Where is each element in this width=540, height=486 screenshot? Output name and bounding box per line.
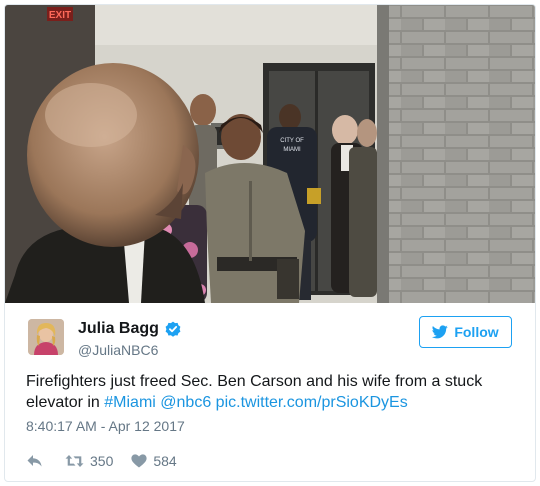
author-handle[interactable]: @JuliaNBC6 xyxy=(78,342,158,358)
elevator-scene-image: EXIT CITY OF MIAMI xyxy=(5,5,535,303)
reply-icon xyxy=(27,455,42,467)
mention-link[interactable]: @nbc6 xyxy=(160,394,211,411)
svg-text:MIAMI: MIAMI xyxy=(283,147,301,153)
like-button[interactable]: 584 xyxy=(131,453,177,469)
media-link[interactable]: pic.twitter.com/prSioKDyEs xyxy=(216,394,408,411)
tweet-actions: 350 584 xyxy=(26,451,177,471)
tweet-timestamp[interactable]: 8:40:17 AM - Apr 12 2017 xyxy=(26,418,185,434)
reply-button[interactable] xyxy=(26,454,43,468)
retweet-count: 350 xyxy=(90,453,114,469)
retweet-icon xyxy=(65,455,84,467)
follow-button-label: Follow xyxy=(454,324,499,340)
embedded-tweet-card: EXIT CITY OF MIAMI Julia Bagg @JuliaNBC6… xyxy=(4,4,536,482)
follow-button[interactable]: Follow xyxy=(419,316,512,348)
heart-icon xyxy=(131,454,147,468)
svg-text:CITY OF: CITY OF xyxy=(280,138,304,144)
exit-sign-text: EXIT xyxy=(49,10,71,21)
retweet-button[interactable]: 350 xyxy=(65,453,113,469)
author-name[interactable]: Julia Bagg xyxy=(78,320,159,338)
twitter-bird-icon xyxy=(432,325,449,339)
avatar-image xyxy=(28,319,64,355)
tweet-text: Firefighters just freed Sec. Ben Carson … xyxy=(26,371,516,413)
hashtag-link[interactable]: #Miami xyxy=(104,394,156,411)
tweet-photo[interactable]: EXIT CITY OF MIAMI xyxy=(5,5,535,303)
verified-badge-icon xyxy=(165,321,181,337)
avatar[interactable] xyxy=(28,319,64,355)
like-count: 584 xyxy=(153,453,177,469)
